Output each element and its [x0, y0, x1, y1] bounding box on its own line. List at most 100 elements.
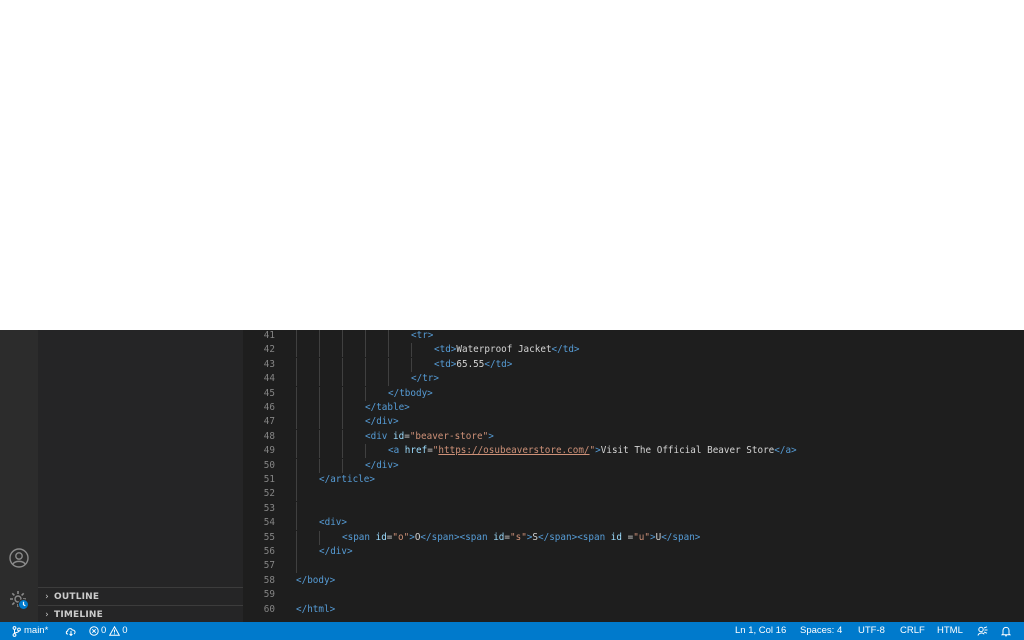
code-text: <td>Waterproof Jacket</td>	[434, 343, 580, 357]
code-line[interactable]: 44 </tr>	[243, 372, 1024, 387]
code-line[interactable]: 41 <tr>	[243, 330, 1024, 343]
outline-label: OUTLINE	[54, 591, 100, 602]
indent-guide	[319, 343, 320, 358]
branch-name: main*	[24, 625, 49, 636]
code-token: Visit The Official Beaver Store	[600, 445, 775, 457]
code-token: </html>	[296, 603, 336, 615]
code-editor[interactable]: 41 <tr> 42 <td>Waterproof Jacket</td> 43 <td>…	[243, 330, 1024, 622]
manage-gear-icon[interactable]	[8, 589, 30, 611]
indent-guide	[319, 357, 320, 372]
code-line[interactable]: 45 </tbody>	[243, 386, 1024, 401]
feedback-button[interactable]	[977, 622, 988, 640]
indent-guide	[365, 444, 366, 459]
code-line[interactable]: 49 <a href="https://osubeaverstore.com/">…	[243, 444, 1024, 459]
indent-guide	[342, 357, 343, 372]
line-number: 43	[263, 358, 275, 370]
line-number: 55	[263, 531, 275, 543]
code-line[interactable]: 58 </body>	[243, 574, 1024, 588]
timeline-section-header[interactable]: › TIMELINE	[38, 605, 243, 623]
code-text: </div>	[365, 459, 399, 473]
code-token: </div>	[365, 416, 399, 428]
indent-guide	[411, 343, 412, 358]
indent-guide	[319, 386, 320, 401]
code-token: </span><span	[538, 531, 611, 543]
code-line[interactable]: 43 <td>65.55</td>	[243, 357, 1024, 372]
code-token: "u"	[633, 531, 650, 543]
code-line[interactable]: 56 </div>	[243, 545, 1024, 559]
code-text: </html>	[296, 603, 335, 617]
branch-indicator[interactable]: main*	[12, 622, 48, 640]
code-line[interactable]: 48 <div id="beaver-store">	[243, 429, 1024, 444]
line-number: 45	[263, 387, 275, 399]
line-number: 46	[263, 402, 275, 413]
code-token: "o"	[392, 531, 410, 543]
code-line[interactable]: 57	[243, 559, 1024, 574]
code-line[interactable]: 60 </html>	[243, 603, 1024, 617]
code-token: </body>	[296, 574, 336, 586]
problems-indicator[interactable]: 0 0	[89, 622, 128, 640]
indent-guide	[319, 444, 320, 459]
code-token: <div>	[319, 517, 347, 529]
line-number: 60	[263, 603, 275, 615]
account-icon[interactable]	[8, 547, 30, 569]
indent-guide	[388, 343, 389, 358]
code-token: <td>	[434, 344, 457, 356]
code-line[interactable]: 52	[243, 487, 1024, 502]
blank-area	[0, 0, 1024, 330]
code-token: </a>	[774, 445, 797, 457]
line-number: 42	[263, 344, 275, 356]
feedback-icon	[977, 625, 988, 637]
line-number: 47	[263, 416, 275, 428]
code-text: <a href="https://osubeaverstore.com/">Vi…	[388, 444, 797, 458]
code-line[interactable]: 54 <div>	[243, 516, 1024, 531]
language-mode[interactable]: HTML	[937, 622, 963, 640]
code-line[interactable]: 50 </div>	[243, 458, 1024, 473]
indent-guide	[365, 330, 366, 343]
notifications-button[interactable]	[1001, 622, 1011, 640]
code-token: </table>	[365, 402, 410, 413]
indent-guide	[319, 458, 320, 473]
indent-guide	[365, 357, 366, 372]
sync-button[interactable]	[65, 622, 77, 640]
code-token: "s"	[510, 531, 527, 543]
indent-guide	[296, 473, 297, 487]
line-number: 41	[263, 330, 275, 341]
line-number: 57	[263, 560, 275, 572]
code-text: </tr>	[411, 372, 439, 386]
indent-guide	[296, 415, 297, 430]
indentation-setting[interactable]: Spaces: 4	[800, 622, 842, 640]
indent-guide	[342, 372, 343, 387]
activity-bar	[0, 330, 38, 622]
line-ending-setting[interactable]: CRLF	[900, 622, 925, 640]
code-line[interactable]: 46 </table>	[243, 401, 1024, 415]
indent-guide	[342, 444, 343, 459]
indent-guide	[296, 401, 297, 415]
outline-section-header[interactable]: › OUTLINE	[38, 587, 243, 605]
code-line[interactable]: 55 <span id="o">O</span><span id="s">S</s…	[243, 530, 1024, 545]
code-token[interactable]: https://osubeaverstore.com/	[438, 445, 589, 456]
indent-guide	[388, 330, 389, 343]
indent-guide	[296, 330, 297, 343]
indent-guide	[342, 343, 343, 358]
indent-guide	[388, 357, 389, 372]
cursor-position[interactable]: Ln 1, Col 16	[735, 622, 786, 640]
encoding-setting[interactable]: UTF-8	[858, 622, 885, 640]
code-token: </div>	[319, 546, 353, 557]
code-line[interactable]: 53	[243, 501, 1024, 516]
code-line[interactable]: 59	[243, 588, 1024, 602]
code-line[interactable]: 51 </article>	[243, 473, 1024, 487]
code-token: >	[488, 430, 494, 442]
indent-guide	[342, 458, 343, 473]
line-number: 58	[263, 574, 275, 586]
code-line[interactable]: 47 </div>	[243, 415, 1024, 430]
sidebar: › OUTLINE › TIMELINE	[38, 330, 243, 622]
indent-guide	[296, 559, 297, 574]
code-line[interactable]: 42 <td>Waterproof Jacket</td>	[243, 343, 1024, 358]
line-number: 49	[263, 445, 275, 457]
indent-guide	[296, 386, 297, 401]
code-token: </tbody>	[388, 387, 433, 399]
code-token: Waterproof Jacket	[456, 344, 552, 356]
code-text: </tbody>	[388, 387, 433, 401]
code-token: <div	[365, 430, 393, 442]
code-token: <td>	[434, 358, 457, 370]
